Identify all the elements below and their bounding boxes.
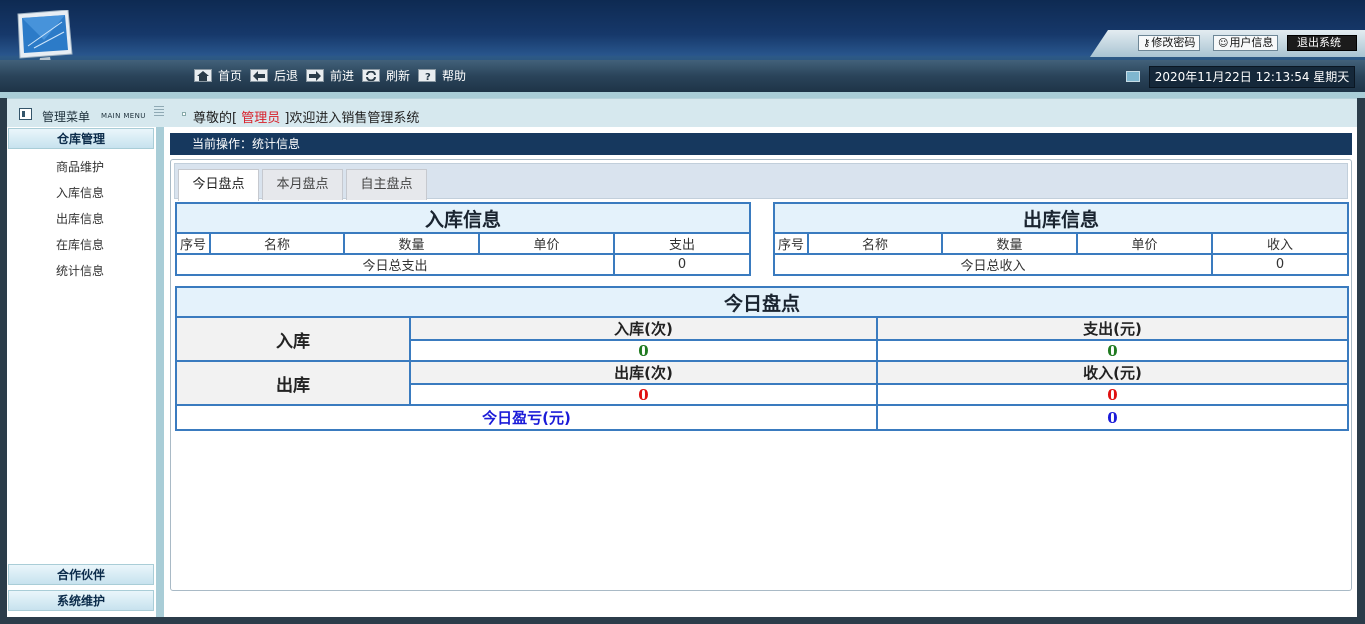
back-arrow-icon <box>250 69 268 82</box>
change-password-button[interactable]: ⚷修改密码 <box>1138 35 1201 51</box>
svg-text:?: ? <box>425 72 431 81</box>
user-role: 管理员 <box>237 111 285 126</box>
welcome-text: 尊敬的[ 管理员 ]欢迎进入销售管理系统 <box>193 111 420 126</box>
menu-header: 管理菜单 MAIN MENU <box>7 98 164 127</box>
summary-title: 今日盘点 <box>174 286 1350 318</box>
bullet-icon <box>182 112 186 116</box>
column-header: 单价 <box>1076 232 1213 255</box>
income-value: 0 <box>875 383 1350 406</box>
breadcrumb: 当前操作：统计信息 <box>170 133 1352 155</box>
inbound-count-label: 入库(次) <box>409 316 878 341</box>
tab-bar: 今日盘点 本月盘点 自主盘点 <box>174 163 1348 201</box>
nav-back-button[interactable]: 后退 <box>250 68 298 84</box>
clock-monitor-icon <box>1126 71 1140 82</box>
summary-outbound-label: 出库 <box>175 360 411 406</box>
nav-refresh-button[interactable]: 刷新 <box>362 68 410 84</box>
sidebar-group-system[interactable]: 系统维护 <box>8 590 154 611</box>
sidebar-item-outbound[interactable]: 出库信息 <box>7 210 153 227</box>
menu-subtitle: MAIN MENU <box>101 112 146 120</box>
column-header: 名称 <box>807 232 943 255</box>
tab-custom[interactable]: 自主盘点 <box>346 169 427 200</box>
sidebar-item-statistics[interactable]: 统计信息 <box>7 262 153 279</box>
sidebar: 仓库管理 商品维护 入库信息 出库信息 在库信息 统计信息 合作伙伴 系统维护 <box>7 127 164 617</box>
user-info-button[interactable]: ☺用户信息 <box>1213 35 1279 51</box>
nav-forward-button[interactable]: 前进 <box>306 68 354 84</box>
inbound-table: 入库信息 序号 名称 数量 单价 支出 今日总支出 0 <box>174 202 752 276</box>
help-icon: ? <box>418 69 436 82</box>
header: ⚷修改密码 ☺用户信息 退出系统 首页 后退 前进 刷新 ? 帮助 2020年1… <box>0 0 1365 98</box>
column-header: 数量 <box>941 232 1078 255</box>
sidebar-item-stock[interactable]: 在库信息 <box>7 236 153 253</box>
expense-label: 支出(元) <box>875 316 1350 341</box>
sidebar-group-partner[interactable]: 合作伙伴 <box>8 564 154 585</box>
refresh-icon <box>362 69 380 82</box>
sidebar-item-inbound[interactable]: 入库信息 <box>7 184 153 201</box>
inbound-total-label: 今日总支出 <box>175 253 615 276</box>
key-icon: ⚷ <box>1143 38 1151 49</box>
outbound-count-label: 出库(次) <box>409 360 878 385</box>
outbound-title: 出库信息 <box>772 202 1350 234</box>
table-total-row: 今日总支出 0 <box>175 253 752 276</box>
user-icon: ☺ <box>1218 38 1229 49</box>
column-header: 支出 <box>612 232 752 255</box>
income-label: 收入(元) <box>875 360 1350 385</box>
menu-icon <box>19 108 32 120</box>
table-header-row: 序号 名称 数量 单价 收入 <box>773 232 1350 255</box>
tab-month[interactable]: 本月盘点 <box>262 169 343 200</box>
table-header-row: 序号 名称 数量 单价 支出 <box>175 232 752 255</box>
profit-value: 0 <box>875 404 1350 431</box>
profit-label: 今日盈亏(元) <box>175 404 878 431</box>
inbound-title: 入库信息 <box>174 202 752 234</box>
column-header: 序号 <box>773 232 809 255</box>
column-header: 收入 <box>1210 232 1350 255</box>
outbound-total-value: 0 <box>1210 253 1350 276</box>
column-header: 数量 <box>343 232 480 255</box>
inbound-total-value: 0 <box>612 253 752 276</box>
expense-value: 0 <box>875 339 1350 362</box>
tab-today[interactable]: 今日盘点 <box>178 169 259 201</box>
menu-title: 管理菜单 <box>42 110 91 124</box>
outbound-total-label: 今日总收入 <box>773 253 1213 276</box>
home-icon <box>194 69 212 82</box>
nav-home-button[interactable]: 首页 <box>194 68 242 84</box>
daily-summary-table: 今日盘点 入库 入库(次) 支出(元) 0 0 出库 出库(次) 收入(元) 0… <box>174 286 1350 431</box>
summary-inbound-label: 入库 <box>175 316 411 362</box>
datetime-display: 2020年11月22日 12:13:54 星期天 <box>1149 66 1355 88</box>
welcome-bar: 尊敬的[ 管理员 ]欢迎进入销售管理系统 <box>164 98 1357 127</box>
column-header: 单价 <box>478 232 615 255</box>
outbound-table: 出库信息 序号 名称 数量 单价 收入 今日总收入 0 <box>772 202 1350 276</box>
nav-help-button[interactable]: ? 帮助 <box>418 68 466 84</box>
inbound-count-value: 0 <box>409 339 878 362</box>
content-panel: 今日盘点 本月盘点 自主盘点 入库信息 序号 名称 数量 单价 支出 今日总支出… <box>170 159 1352 591</box>
logout-button[interactable]: 退出系统 <box>1287 35 1357 51</box>
sidebar-group-warehouse[interactable]: 仓库管理 <box>8 128 154 149</box>
nav-bar: 首页 后退 前进 刷新 ? 帮助 2020年11月22日 12:13:54 星期… <box>0 60 1365 92</box>
main-content: 当前操作：统计信息 今日盘点 本月盘点 自主盘点 入库信息 序号 名称 数量 单… <box>164 127 1357 617</box>
forward-arrow-icon <box>306 69 324 82</box>
table-total-row: 今日总收入 0 <box>773 253 1350 276</box>
menu-collapse-icon[interactable] <box>154 106 164 117</box>
outbound-count-value: 0 <box>409 383 878 406</box>
column-header: 序号 <box>175 232 211 255</box>
column-header: 名称 <box>209 232 345 255</box>
sidebar-item-product[interactable]: 商品维护 <box>7 158 153 175</box>
top-right-toolbar: ⚷修改密码 ☺用户信息 退出系统 <box>1090 30 1365 57</box>
